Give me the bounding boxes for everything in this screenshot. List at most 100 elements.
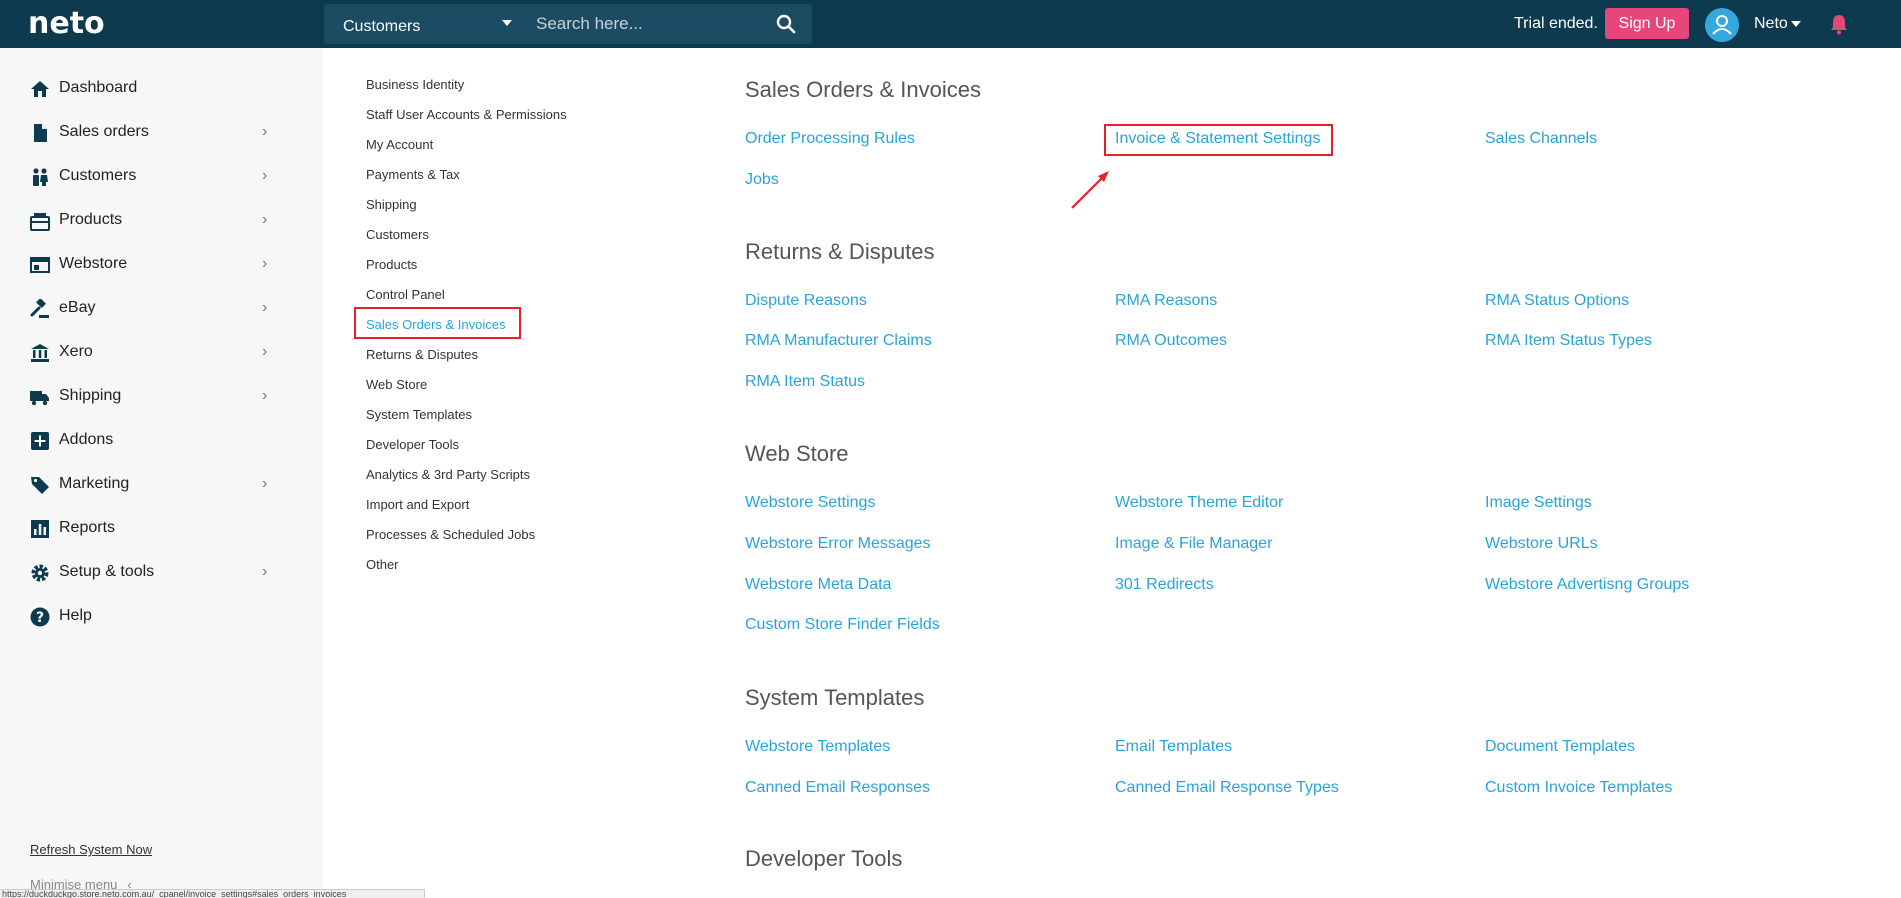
top-bar: neto Customers Trial ended. Sign Up Neto	[0, 0, 1901, 48]
gear-icon	[31, 564, 49, 582]
chevron-right-icon: ›	[262, 211, 268, 228]
settings-nav-web-store[interactable]: Web Store	[366, 377, 427, 392]
link-rma-manufacturer-claims[interactable]: RMA Manufacturer Claims	[745, 332, 932, 350]
sidebar-item-reports[interactable]: Reports	[30, 514, 280, 544]
sidebar-item-sales-orders[interactable]: Sales orders ›	[30, 118, 280, 148]
section-title-web-store: Web Store	[745, 441, 849, 466]
neto-logo[interactable]: neto	[28, 6, 105, 41]
link-sales-channels[interactable]: Sales Channels	[1485, 130, 1597, 148]
settings-nav-business-identity[interactable]: Business Identity	[366, 77, 464, 92]
sidebar-item-label: Help	[59, 607, 92, 624]
browser-status-bar: https://duckduckgo.store.neto.com.au/_cp…	[0, 889, 425, 898]
sidebar-item-label: Products	[59, 211, 123, 228]
link-webstore-settings[interactable]: Webstore Settings	[745, 494, 875, 512]
settings-nav-analytics-scripts[interactable]: Analytics & 3rd Party Scripts	[366, 467, 530, 482]
section-title-sales-orders: Sales Orders & Invoices	[745, 77, 981, 102]
sidebar-item-label: Setup & tools	[59, 563, 155, 580]
sidebar-item-webstore[interactable]: Webstore ›	[30, 250, 280, 280]
search-scope-select[interactable]: Customers	[324, 4, 524, 44]
sidebar-item-label: Marketing	[59, 475, 130, 492]
sidebar-item-ebay[interactable]: eBay ›	[30, 294, 280, 324]
sidebar-item-marketing[interactable]: Marketing ›	[30, 470, 280, 500]
sidebar-item-addons[interactable]: Addons	[30, 426, 280, 456]
link-email-templates[interactable]: Email Templates	[1115, 738, 1232, 756]
link-webstore-theme-editor[interactable]: Webstore Theme Editor	[1115, 494, 1283, 512]
link-image-file-manager[interactable]: Image & File Manager	[1115, 535, 1272, 553]
sidebar-item-shipping[interactable]: Shipping ›	[30, 382, 280, 412]
sidebar-item-label: Dashboard	[59, 79, 138, 96]
sidebar-item-label: eBay	[59, 299, 96, 316]
main-sidebar: Dashboard Sales orders › Customers › Pro…	[0, 48, 323, 898]
section-title-developer-tools: Developer Tools	[745, 846, 903, 871]
settings-nav-payments-tax[interactable]: Payments & Tax	[366, 167, 460, 182]
highlight-box	[354, 307, 521, 339]
settings-nav-returns-disputes[interactable]: Returns & Disputes	[366, 347, 478, 362]
link-canned-email-response-types[interactable]: Canned Email Response Types	[1115, 779, 1339, 797]
user-avatar-icon[interactable]	[1705, 8, 1739, 42]
sidebar-item-products[interactable]: Products ›	[30, 206, 280, 236]
search-icon[interactable]	[776, 14, 796, 34]
link-webstore-meta-data[interactable]: Webstore Meta Data	[745, 576, 891, 594]
chevron-right-icon: ›	[262, 387, 268, 404]
settings-nav-processes-jobs[interactable]: Processes & Scheduled Jobs	[366, 527, 535, 542]
sidebar-item-label: Xero	[59, 343, 93, 360]
products-icon	[30, 213, 50, 231]
link-custom-store-finder-fields[interactable]: Custom Store Finder Fields	[745, 616, 940, 634]
sidebar-item-label: Addons	[59, 431, 114, 448]
sign-up-button[interactable]: Sign Up	[1605, 8, 1689, 39]
settings-nav-customers[interactable]: Customers	[366, 227, 429, 242]
bank-icon	[31, 344, 49, 362]
settings-nav-my-account[interactable]: My Account	[366, 137, 433, 152]
refresh-system-link[interactable]: Refresh System Now	[30, 842, 152, 857]
sidebar-item-label: Shipping	[59, 387, 122, 404]
settings-nav-import-export[interactable]: Import and Export	[366, 497, 469, 512]
link-custom-invoice-templates[interactable]: Custom Invoice Templates	[1485, 779, 1672, 797]
chart-icon	[31, 520, 49, 538]
settings-nav-control-panel[interactable]: Control Panel	[366, 287, 445, 302]
chevron-right-icon: ›	[262, 123, 268, 140]
link-rma-item-status-types[interactable]: RMA Item Status Types	[1485, 332, 1652, 350]
link-rma-item-status[interactable]: RMA Item Status	[745, 373, 865, 391]
link-webstore-urls[interactable]: Webstore URLs	[1485, 535, 1598, 553]
link-rma-outcomes[interactable]: RMA Outcomes	[1115, 332, 1227, 350]
link-301-redirects[interactable]: 301 Redirects	[1115, 576, 1214, 594]
settings-nav-shipping[interactable]: Shipping	[366, 197, 417, 212]
webstore-icon	[30, 257, 50, 273]
settings-nav-other[interactable]: Other	[366, 557, 399, 572]
link-rma-status-options[interactable]: RMA Status Options	[1485, 292, 1629, 310]
sidebar-item-label: Webstore	[59, 255, 128, 272]
link-image-settings[interactable]: Image Settings	[1485, 494, 1592, 512]
sidebar-item-customers[interactable]: Customers ›	[30, 162, 280, 192]
caret-down-icon	[502, 20, 512, 26]
caret-down-icon[interactable]	[1791, 21, 1801, 27]
link-document-templates[interactable]: Document Templates	[1485, 738, 1635, 756]
link-jobs[interactable]: Jobs	[745, 171, 779, 189]
link-rma-reasons[interactable]: RMA Reasons	[1115, 292, 1217, 310]
settings-nav-developer-tools[interactable]: Developer Tools	[366, 437, 459, 452]
settings-nav-system-templates[interactable]: System Templates	[366, 407, 472, 422]
gavel-icon	[30, 299, 49, 318]
tag-icon	[31, 477, 49, 494]
search-input[interactable]	[536, 10, 766, 38]
document-icon	[34, 124, 47, 142]
sidebar-item-label: Reports	[59, 519, 116, 536]
sidebar-item-label: Customers	[59, 167, 137, 184]
link-dispute-reasons[interactable]: Dispute Reasons	[745, 292, 867, 310]
link-order-processing-rules[interactable]: Order Processing Rules	[745, 130, 915, 148]
sidebar-item-setup-tools[interactable]: Setup & tools ›	[30, 558, 280, 588]
link-canned-email-responses[interactable]: Canned Email Responses	[745, 779, 930, 797]
settings-nav-products[interactable]: Products	[366, 257, 417, 272]
people-icon	[33, 168, 48, 186]
sidebar-item-xero[interactable]: Xero ›	[30, 338, 280, 368]
truck-icon	[30, 391, 49, 406]
user-menu[interactable]: Neto	[1754, 15, 1788, 33]
link-webstore-error-messages[interactable]: Webstore Error Messages	[745, 535, 931, 553]
settings-nav-staff-accounts[interactable]: Staff User Accounts & Permissions	[366, 107, 567, 122]
link-webstore-advertising-groups[interactable]: Webstore Advertisng Groups	[1485, 576, 1689, 594]
link-webstore-templates[interactable]: Webstore Templates	[745, 738, 890, 756]
arrow-annotation-icon	[1071, 171, 1109, 209]
chevron-right-icon: ›	[262, 167, 268, 184]
sidebar-item-help[interactable]: ? Help	[30, 602, 280, 632]
bell-icon[interactable]	[1829, 13, 1849, 35]
sidebar-item-dashboard[interactable]: Dashboard	[30, 74, 280, 104]
